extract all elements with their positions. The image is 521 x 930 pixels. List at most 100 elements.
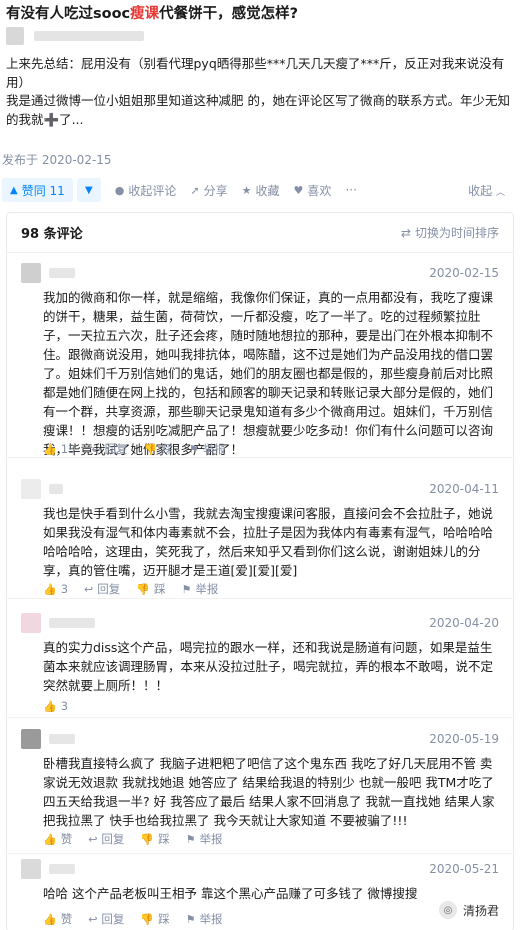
comment-report-button[interactable]: ⚑ 举报 <box>189 441 226 457</box>
comment-date: 2020-04-11 <box>429 482 499 496</box>
thumbs-down-icon: 👎 <box>143 442 158 456</box>
comment-dislike-button[interactable]: 👎 踩 <box>144 441 173 457</box>
comment-toggle-button[interactable]: ● 收起评论 <box>115 182 177 199</box>
author-name-blurred[interactable] <box>34 31 144 41</box>
author-row <box>6 27 144 45</box>
more-dots-icon: ··· <box>345 183 357 197</box>
chevron-up-icon: ︿ <box>495 187 505 198</box>
comment-like-button[interactable]: 👍 赞 <box>43 831 72 847</box>
comment-like-button[interactable]: 👍 13 <box>43 442 75 456</box>
comments-header: 98 条评论 ⇄ 切换为时间排序 <box>7 213 513 253</box>
watermark: ◎ 清扬君 <box>438 901 499 919</box>
comment-username-blurred[interactable] <box>49 734 75 744</box>
comment-reply-label: 回复 <box>97 582 121 596</box>
flag-icon: ⚑ <box>188 442 199 456</box>
comment-like-button[interactable]: 👍 3 <box>43 582 68 596</box>
thumbs-down-icon: 👎 <box>136 582 150 596</box>
comment-dislike-label: 踩 <box>158 912 170 926</box>
sort-toggle-button[interactable]: ⇄ 切换为时间排序 <box>401 224 499 241</box>
wechat-logo-icon: ◎ <box>438 901 457 919</box>
comment-text: 我也是快手看到什么小雪，我就去淘宝搜瘦课问客服，直接问会不会拉肚子，她说如果我没… <box>43 506 494 578</box>
comment-date: 2020-04-20 <box>429 616 499 630</box>
comment-like-button[interactable]: 👍 赞 <box>43 911 72 927</box>
comment-avatar[interactable] <box>21 263 41 283</box>
comment-dislike-label: 踩 <box>158 832 170 846</box>
comment-like-count: 3 <box>60 699 69 713</box>
question-title-before: 有没有人吃过sooc <box>6 6 131 22</box>
comment-reply-button[interactable]: ↩ 回复 <box>91 441 127 457</box>
thumbs-up-icon: 👍 <box>43 832 57 846</box>
heart-icon: ♥ <box>293 183 304 197</box>
comment-item: 2020-04-20 真的实力diss这个产品，喝完拉的跟水一样，还和我说是肠道… <box>7 613 513 718</box>
triangle-down-icon: ▼ <box>84 184 93 196</box>
comment-text: 哈哈 这个产品老板叫王相予 靠这个黑心产品赚了可多钱了 微博搜搜 <box>43 886 418 901</box>
question-title[interactable]: 有没有人吃过sooc瘦课代餐饼干，感觉怎样? <box>6 4 516 24</box>
comment-avatar[interactable] <box>21 479 41 499</box>
comment-report-label: 举报 <box>199 912 223 926</box>
answer-action-bar: ▲ 赞同 11 ▼ ● 收起评论 ➚ 分享 ★ 收藏 ♥ 喜欢 ··· 收起 ︿ <box>0 178 521 202</box>
comment-username-blurred[interactable] <box>49 268 75 278</box>
comments-count: 98 条评论 <box>21 227 83 242</box>
comment-dislike-button[interactable]: 👎 踩 <box>140 911 169 927</box>
comment-avatar[interactable] <box>21 859 41 879</box>
comment-header: 2020-05-19 <box>21 729 499 749</box>
comment-text: 卧槽我直接特么疯了 我脑子进粑粑了吧信了这个鬼东西 我吃了好几天屁用不管 卖家说… <box>43 756 495 828</box>
comment-actions: 👍 赞 ↩ 回复 👎 踩 ⚑ 举报 <box>43 831 239 847</box>
comment-username-blurred[interactable] <box>49 484 63 494</box>
comment-avatar[interactable] <box>21 613 41 633</box>
comment-like-button[interactable]: 👍 3 <box>43 699 68 713</box>
share-icon: ➚ <box>190 183 200 197</box>
comment-username-blurred[interactable] <box>49 864 75 874</box>
comment-reply-button[interactable]: ↩ 回复 <box>84 581 120 597</box>
comment-item: 2020-02-15 我加的微商和你一样，就是缩缩，我像你们保证，真的一点用都没… <box>7 263 513 458</box>
comment-like-count: 13 <box>60 442 76 456</box>
flag-icon: ⚑ <box>185 832 196 846</box>
collapse-label: 收起 <box>468 183 493 198</box>
collapse-button[interactable]: 收起 ︿ <box>468 182 505 199</box>
comment-username-blurred[interactable] <box>49 618 95 628</box>
downvote-button[interactable]: ▼ <box>76 178 101 202</box>
comment-header: 2020-02-15 <box>21 263 499 283</box>
comment-report-label: 举报 <box>199 832 223 846</box>
thumbs-down-icon: 👎 <box>140 832 155 846</box>
comment-report-button[interactable]: ⚑ 举报 <box>181 581 218 597</box>
comment-actions: 👍 13 ↩ 回复 👎 踩 ⚑ 举报 <box>43 441 242 457</box>
comment-date: 2020-05-19 <box>429 732 499 746</box>
upvote-button[interactable]: ▲ 赞同 11 <box>2 178 73 202</box>
comment-reply-label: 回复 <box>101 832 125 846</box>
comment-like-label: 赞 <box>60 832 73 846</box>
author-avatar[interactable] <box>6 27 24 45</box>
comment-like-count: 3 <box>60 582 69 596</box>
comment-reply-label: 回复 <box>104 442 128 456</box>
reply-icon: ↩ <box>84 582 94 596</box>
like-button[interactable]: ♥ 喜欢 <box>294 182 332 199</box>
comment-header: 2020-05-21 <box>21 859 499 879</box>
question-title-after: 代餐饼干，感觉怎样? <box>159 6 299 22</box>
post-date: 发布于 2020-02-15 <box>2 153 112 167</box>
comment-item: 2020-05-21 哈哈 这个产品老板叫王相予 靠这个黑心产品赚了可多钱了 微… <box>7 859 513 930</box>
comment-dislike-button[interactable]: 👎 踩 <box>140 831 169 847</box>
comment-reply-button[interactable]: ↩ 回复 <box>88 831 124 847</box>
favorite-button[interactable]: ★ 收藏 <box>242 182 280 199</box>
swap-icon: ⇄ <box>400 226 411 240</box>
comment-bubble-icon: ● <box>114 183 125 197</box>
comment-reply-button[interactable]: ↩ 回复 <box>88 911 124 927</box>
comment-dislike-button[interactable]: 👎 踩 <box>136 581 165 597</box>
comment-date: 2020-02-15 <box>429 266 499 280</box>
favorite-label: 收藏 <box>255 183 280 198</box>
flag-icon: ⚑ <box>185 912 196 926</box>
comment-report-button[interactable]: ⚑ 举报 <box>186 831 223 847</box>
thumbs-up-icon: 👍 <box>43 912 57 926</box>
comments-panel: 98 条评论 ⇄ 切换为时间排序 2020-02-15 我加的微商和你一样，就是缩… <box>6 212 514 930</box>
more-button[interactable]: ··· <box>345 183 356 197</box>
comment-report-button[interactable]: ⚑ 举报 <box>186 911 223 927</box>
watermark-label: 清扬君 <box>462 903 499 918</box>
comment-report-label: 举报 <box>195 582 219 596</box>
share-button[interactable]: ➚ 分享 <box>190 182 227 199</box>
comment-avatar[interactable] <box>21 729 41 749</box>
comment-text: 我加的微商和你一样，就是缩缩，我像你们保证，真的一点用都没有，我吃了瘦课的饼干，… <box>43 290 494 457</box>
comment-item: 2020-04-11 我也是快手看到什么小雪，我就去淘宝搜瘦课问客服，直接问会不… <box>7 479 513 599</box>
comment-actions: 👍 3 <box>43 698 84 714</box>
comment-reply-label: 回复 <box>101 912 125 926</box>
comment-header: 2020-04-11 <box>21 479 499 499</box>
